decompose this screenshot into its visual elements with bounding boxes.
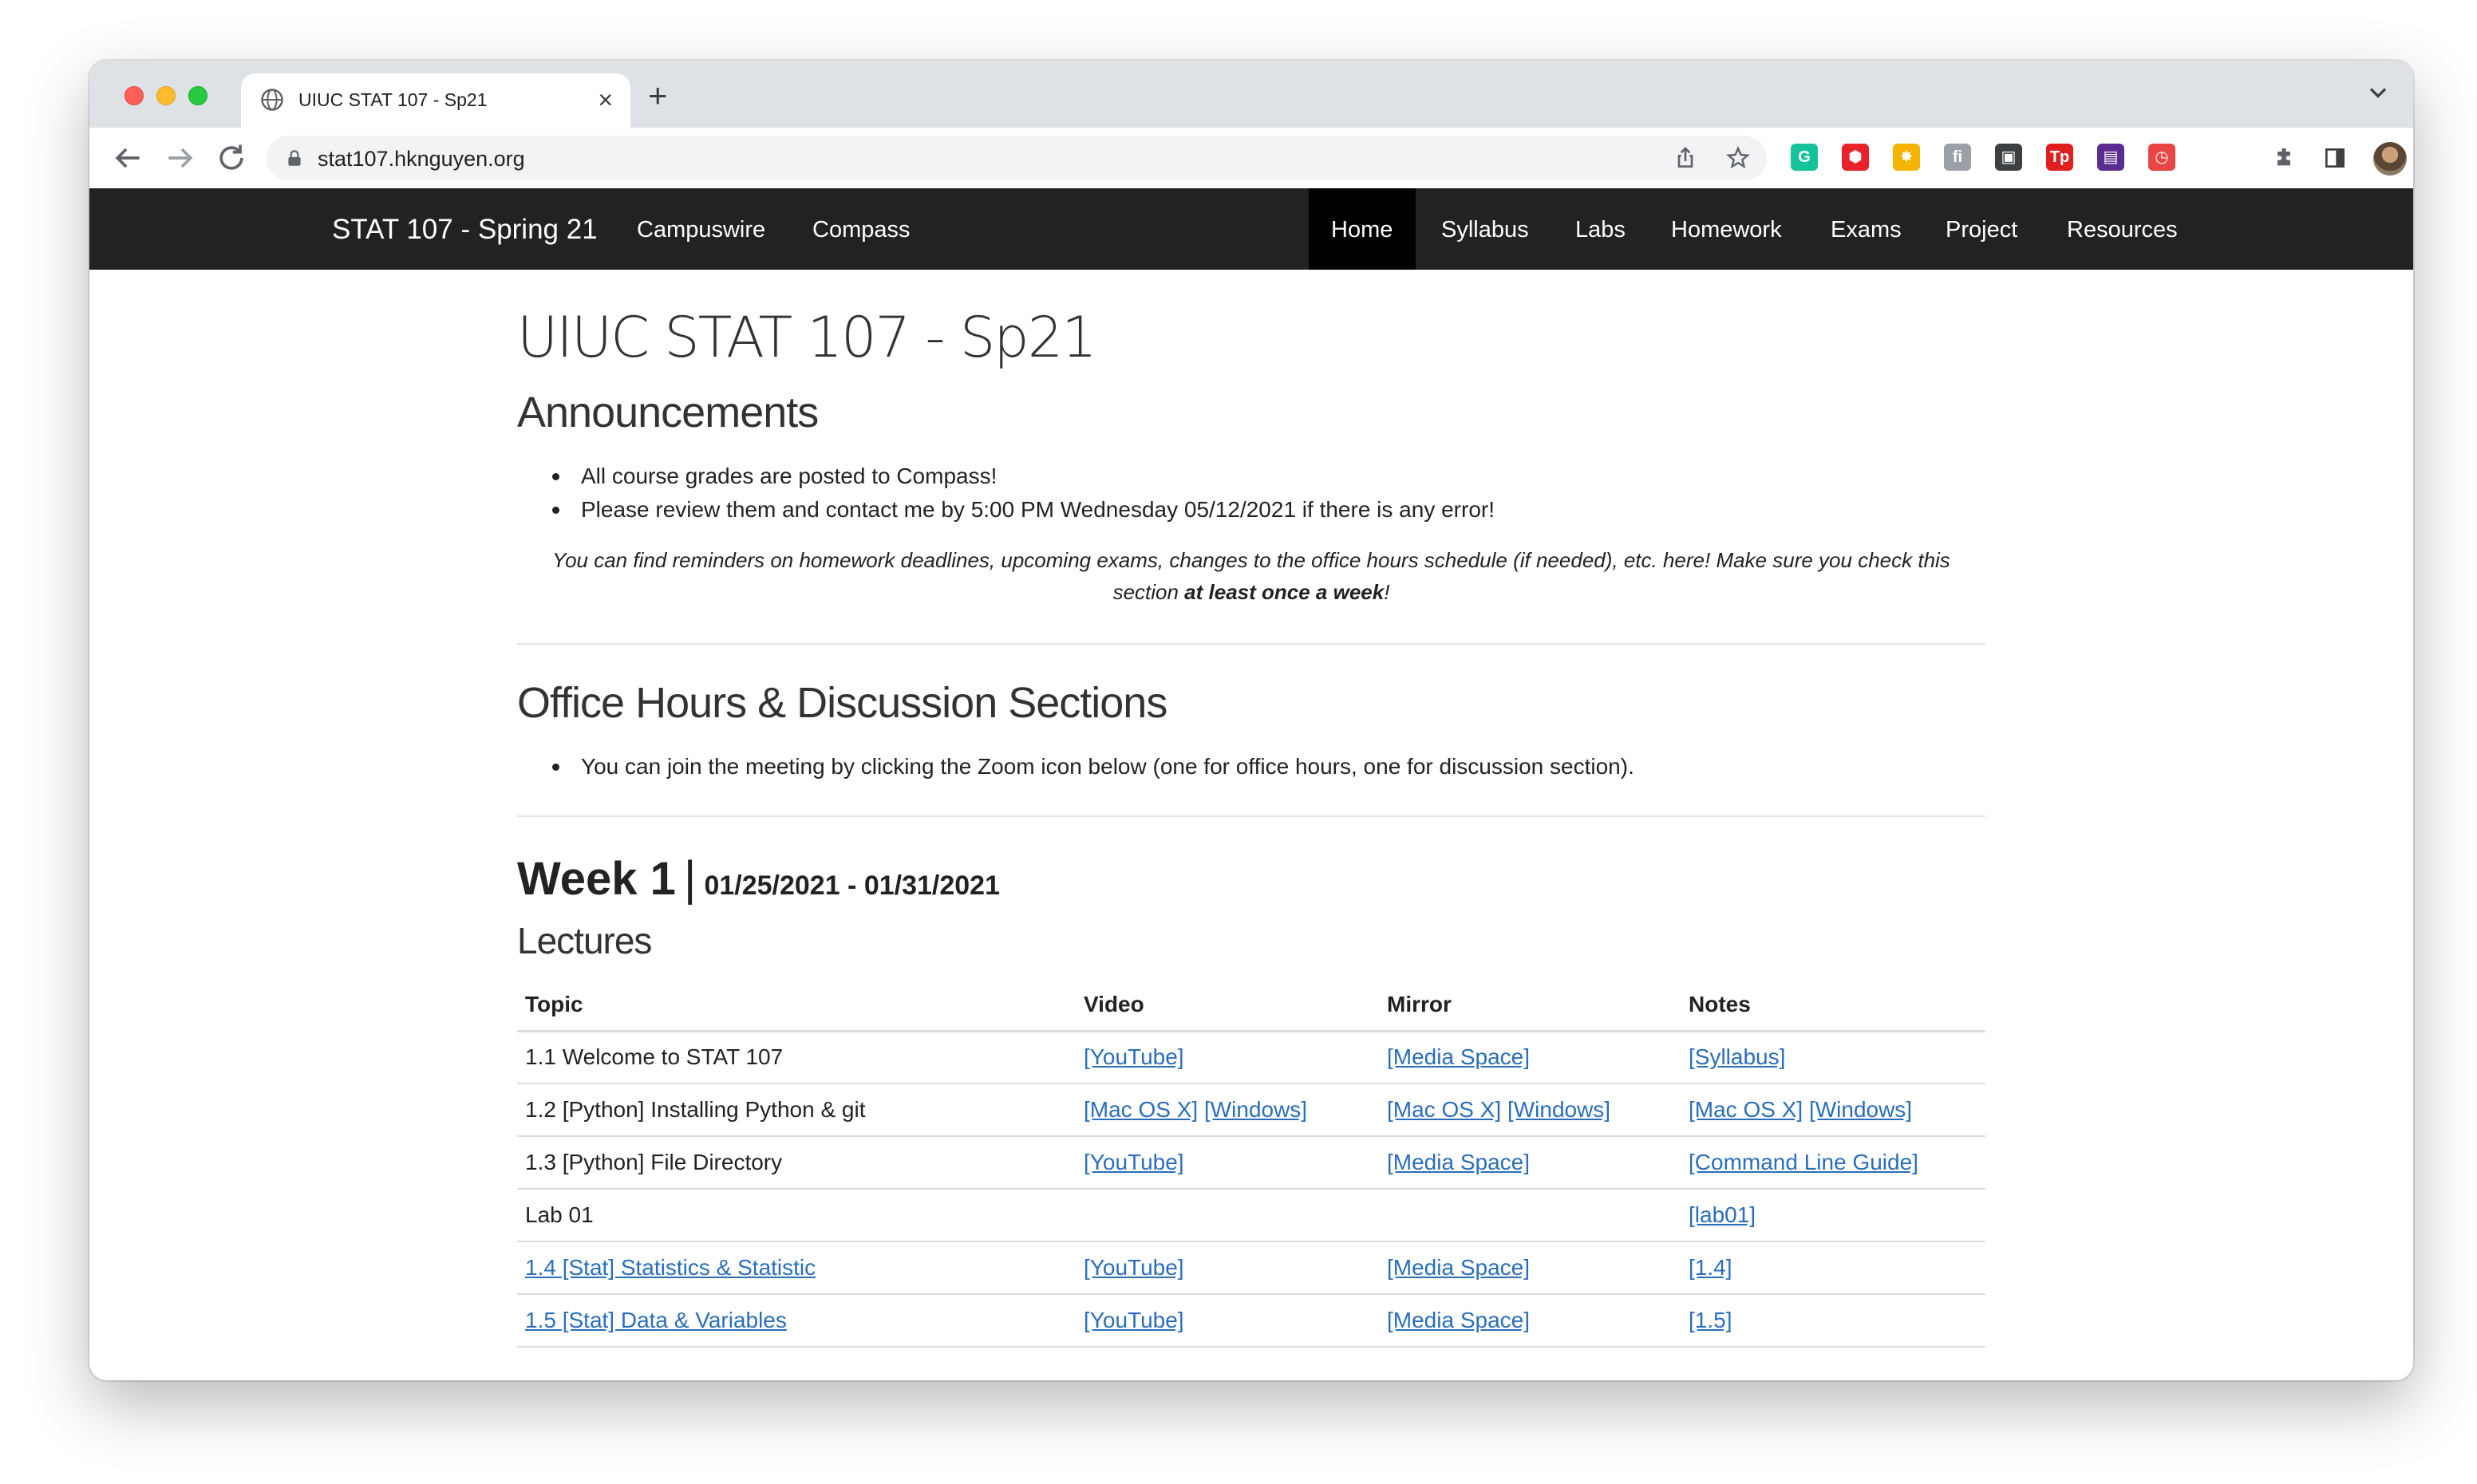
notes-link[interactable]: [lab01]	[1689, 1202, 1756, 1227]
week-label: Week 1	[517, 853, 676, 905]
table-header-row: Topic Video Mirror Notes	[517, 980, 1985, 1032]
cell-video: [YouTube]	[1076, 1294, 1379, 1348]
table-row: 1.4 [Stat] Statistics & Statistic [YouTub…	[517, 1241, 1985, 1295]
notes-link[interactable]: [Syllabus]	[1689, 1044, 1785, 1069]
office-hours-heading: Office Hours & Discussion Sections	[517, 679, 1167, 727]
list-item: You can join the meeting by clicking the…	[517, 750, 1985, 783]
cell-mirror: [Media Space]	[1379, 1136, 1681, 1190]
cell-topic: 1.3 [Python] File Directory	[517, 1136, 1076, 1190]
page-title: UIUC STAT 107 - Sp21	[517, 305, 1097, 370]
announcements-heading: Announcements	[517, 389, 819, 436]
notes-link[interactable]: [Windows]	[1809, 1097, 1912, 1122]
main-content: UIUC STAT 107 - Sp21 Announcements All c…	[89, 61, 2413, 1380]
mirror-link[interactable]: [Mac OS X]	[1387, 1097, 1501, 1122]
announcements-list: All course grades are posted to Compass!…	[517, 460, 1985, 527]
cell-video: [YouTube]	[1076, 1136, 1379, 1190]
cell-notes: [Syllabus]	[1681, 1031, 1985, 1084]
note-end: !	[1384, 580, 1390, 604]
cell-notes: [1.5]	[1681, 1294, 1985, 1348]
video-link[interactable]: [YouTube]	[1084, 1150, 1184, 1174]
column-header-topic: Topic	[517, 980, 1076, 1032]
table-row: 1.1 Welcome to STAT 107 [YouTube] [Media S…	[517, 1031, 1985, 1084]
cell-topic: Lab 01	[517, 1189, 1076, 1242]
notes-link[interactable]: [Mac OS X]	[1689, 1097, 1803, 1122]
video-link[interactable]: [YouTube]	[1084, 1255, 1184, 1280]
cell-notes: [Mac OS X] [Windows]	[1681, 1083, 1985, 1137]
notes-link[interactable]: [1.4]	[1689, 1255, 1732, 1280]
lectures-table: Topic Video Mirror Notes 1.1 Welcome to …	[517, 980, 1985, 1348]
week-date-range: 01/25/2021 - 01/31/2021	[704, 870, 1000, 901]
video-link[interactable]: [Mac OS X]	[1084, 1097, 1198, 1122]
divider	[517, 643, 1985, 645]
column-header-video: Video	[1076, 980, 1379, 1032]
cell-mirror: [Media Space]	[1379, 1294, 1681, 1348]
office-hours-list: You can join the meeting by clicking the…	[517, 750, 1985, 783]
cell-mirror: [Mac OS X] [Windows]	[1379, 1083, 1681, 1137]
lectures-heading: Lectures	[517, 920, 652, 961]
video-link[interactable]: [Windows]	[1204, 1097, 1307, 1122]
mirror-link[interactable]: [Media Space]	[1387, 1308, 1530, 1332]
cell-video: [YouTube]	[1076, 1031, 1379, 1084]
table-row: Lab 01 [lab01]	[517, 1189, 1985, 1242]
cell-notes: [lab01]	[1681, 1189, 1985, 1242]
video-link[interactable]: [YouTube]	[1084, 1044, 1184, 1069]
mirror-link[interactable]: [Media Space]	[1387, 1044, 1530, 1069]
cell-video: [YouTube]	[1076, 1241, 1379, 1295]
mirror-link[interactable]: [Windows]	[1507, 1097, 1610, 1122]
notes-link[interactable]: [1.5]	[1689, 1308, 1732, 1332]
cell-topic[interactable]: 1.4 [Stat] Statistics & Statistic	[517, 1241, 1076, 1295]
cell-topic[interactable]: 1.5 [Stat] Data & Variables	[517, 1294, 1076, 1348]
mirror-link[interactable]: [Media Space]	[1387, 1150, 1530, 1174]
column-header-mirror: Mirror	[1379, 980, 1681, 1032]
video-link[interactable]: [YouTube]	[1084, 1308, 1184, 1332]
cell-topic: 1.2 [Python] Installing Python & git	[517, 1083, 1076, 1137]
week-heading: Week 1 | 01/25/2021 - 01/31/2021	[517, 851, 1000, 906]
notes-link[interactable]: [Command Line Guide]	[1689, 1150, 1918, 1174]
cell-topic: 1.1 Welcome to STAT 107	[517, 1031, 1076, 1084]
note-emphasis: at least once a week	[1184, 580, 1385, 604]
topic-link[interactable]: 1.4 [Stat] Statistics & Statistic	[525, 1255, 816, 1280]
cell-mirror: [Media Space]	[1379, 1031, 1681, 1084]
table-row: 1.5 [Stat] Data & Variables [YouTube] [Med…	[517, 1294, 1985, 1348]
table-row: 1.3 [Python] File Directory [YouTube] [Med…	[517, 1136, 1985, 1190]
cell-mirror	[1379, 1189, 1681, 1242]
column-header-notes: Notes	[1681, 980, 1985, 1032]
topic-link[interactable]: 1.5 [Stat] Data & Variables	[525, 1308, 787, 1332]
cell-video: [Mac OS X] [Windows]	[1076, 1083, 1379, 1137]
list-item: Please review them and contact me by 5:0…	[517, 493, 1985, 527]
cell-notes: [Command Line Guide]	[1681, 1136, 1985, 1190]
cell-notes: [1.4]	[1681, 1241, 1985, 1295]
cell-video	[1076, 1189, 1379, 1242]
browser-window: UIUC STAT 107 - Sp21 × + stat107.hknguye…	[89, 61, 2413, 1380]
announcement-note: You can find reminders on homework deadl…	[517, 544, 1985, 608]
list-item: All course grades are posted to Compass!	[517, 460, 1985, 493]
week-separator: |	[683, 851, 697, 905]
table-row: 1.2 [Python] Installing Python & git [Mac…	[517, 1083, 1985, 1137]
mirror-link[interactable]: [Media Space]	[1387, 1255, 1530, 1280]
divider	[517, 815, 1985, 817]
cell-mirror: [Media Space]	[1379, 1241, 1681, 1295]
